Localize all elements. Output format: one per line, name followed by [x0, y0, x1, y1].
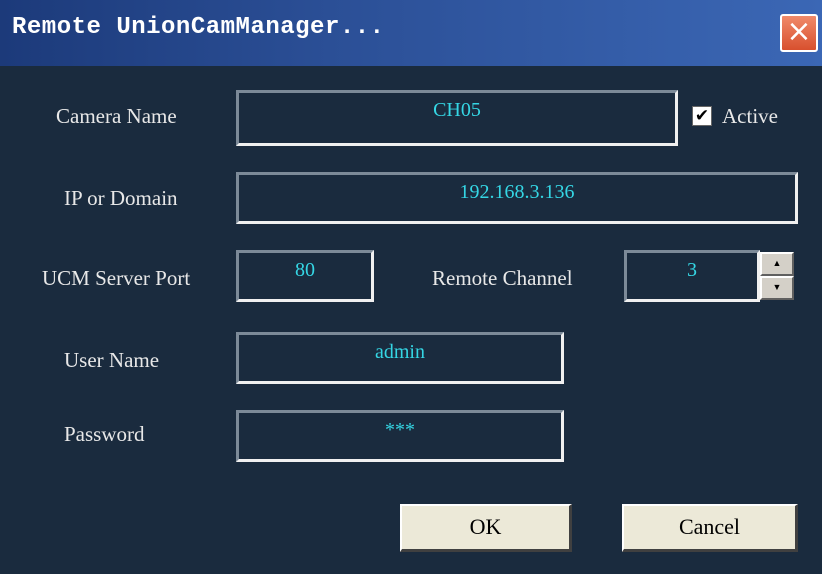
ucm-port-label: UCM Server Port — [42, 266, 191, 290]
password-input[interactable]: *** — [236, 410, 564, 462]
camera-name-label: Camera Name — [56, 104, 177, 128]
window-title: Remote UnionCamManager... — [12, 14, 385, 41]
arrow-up-icon: ▲ — [772, 258, 782, 268]
arrow-down-icon: ▼ — [772, 282, 782, 292]
close-icon: × — [786, 14, 812, 49]
check-icon: ✔ — [694, 106, 710, 126]
remote-camera-dialog: Remote UnionCamManager... × Camera Name … — [0, 0, 822, 574]
ok-button[interactable]: OK — [400, 504, 572, 552]
password-label: Password — [64, 422, 145, 446]
active-checkbox[interactable]: ✔ — [692, 106, 712, 126]
remote-channel-label: Remote Channel — [432, 266, 573, 290]
channel-spinner: ▲ ▼ — [760, 252, 794, 300]
spin-up-button[interactable]: ▲ — [760, 252, 794, 276]
cancel-button[interactable]: Cancel — [622, 504, 798, 552]
ip-domain-input[interactable]: 192.168.3.136 — [236, 172, 798, 224]
user-name-label: User Name — [64, 348, 160, 372]
remote-channel-input[interactable]: 3 — [624, 250, 760, 302]
ip-domain-label: IP or Domain — [64, 186, 178, 210]
close-button[interactable]: × — [780, 14, 818, 52]
user-name-input[interactable]: admin — [236, 332, 564, 384]
active-label: Active — [722, 104, 778, 128]
ucm-port-input[interactable]: 80 — [236, 250, 374, 302]
title-bar[interactable]: Remote UnionCamManager... × — [0, 0, 822, 66]
camera-name-input[interactable]: CH05 — [236, 90, 678, 146]
spin-down-button[interactable]: ▼ — [760, 276, 794, 300]
